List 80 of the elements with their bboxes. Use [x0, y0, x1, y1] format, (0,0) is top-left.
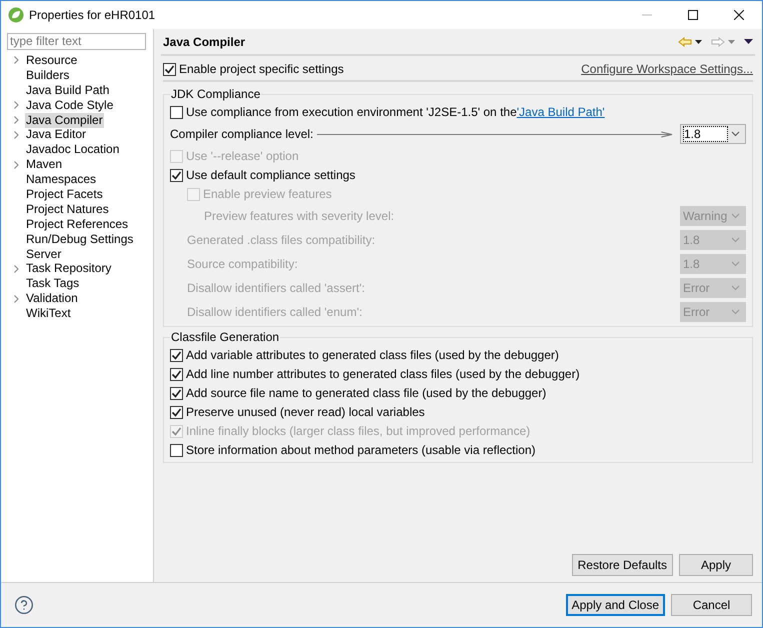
checkbox-label: Add variable attributes to generated class files (used by the debugger): [186, 347, 559, 364]
checkbox-label: Store information about method parameters (usable via reflection): [186, 442, 536, 459]
chevron-right-icon[interactable]: [14, 294, 18, 303]
tree-item[interactable]: Project References: [25, 216, 130, 232]
chevron-right-icon[interactable]: [14, 56, 18, 64]
tree-item[interactable]: Java Compiler: [25, 112, 104, 128]
checkbox[interactable]: [170, 348, 183, 362]
tree-item[interactable]: Task Tags: [25, 276, 80, 292]
dialog-button[interactable]: Cancel: [671, 594, 752, 616]
dialog-button[interactable]: Restore Defaults: [572, 554, 673, 576]
chevron-right-icon[interactable]: [14, 160, 18, 169]
checkbox-label: Use default compliance settings: [186, 167, 356, 184]
chevron-right-icon[interactable]: [14, 130, 18, 139]
filter-field[interactable]: type filter text: [7, 32, 146, 50]
checkbox[interactable]: [170, 368, 183, 380]
checkbox[interactable]: [170, 106, 183, 118]
page-title: Java Compiler: [163, 34, 246, 50]
tree-item[interactable]: Java Code Style: [25, 98, 114, 113]
checkbox[interactable]: [170, 406, 183, 418]
checkbox-label: Use '--release' option: [186, 148, 299, 165]
tree-item[interactable]: Project Natures: [25, 202, 110, 217]
dropdown[interactable]: 1.8: [680, 124, 746, 144]
tree-item[interactable]: Maven: [25, 157, 64, 172]
field-label: Compiler compliance level:: [170, 126, 314, 143]
checkbox-label: Enable preview features: [203, 186, 332, 203]
chevron-right-icon[interactable]: [14, 116, 18, 124]
checkbox[interactable]: [170, 386, 183, 400]
tree-item[interactable]: WikiText: [25, 306, 72, 322]
configure-workspace-link[interactable]: Configure Workspace Settings...: [581, 60, 753, 78]
field-label: Preview features with severity level:: [204, 208, 394, 224]
checkbox-label: Add line number attributes to generated class files (used by the debugger): [186, 366, 580, 383]
dropdown-value: 1.8: [683, 256, 701, 270]
forward-arrow-icon[interactable]: [711, 36, 725, 46]
dropdown-value: 1.8: [683, 232, 701, 246]
chevron-down-icon: [731, 236, 740, 242]
field-label: Source compatibility:: [187, 256, 298, 272]
tree-item[interactable]: Task Repository: [25, 261, 112, 276]
menu-triangle-icon[interactable]: [744, 39, 753, 44]
field-label: Generated .class files compatibility:: [187, 232, 376, 248]
dropdown-value: 1.8: [683, 126, 728, 142]
tree-item[interactable]: Project Facets: [25, 186, 104, 202]
chevron-right-icon[interactable]: [14, 264, 18, 273]
chevron-down-icon: [731, 131, 740, 137]
tree-item[interactable]: Builders: [25, 68, 70, 83]
close-icon[interactable]: [734, 10, 744, 20]
checkbox[interactable]: [170, 444, 183, 456]
tree-item[interactable]: Namespaces: [25, 172, 98, 188]
dropdown-triangle-icon[interactable]: [695, 40, 702, 44]
chevron-right-icon[interactable]: [14, 101, 18, 110]
checkbox-label: Inline finally blocks (larger class files, but improved performance): [186, 423, 530, 440]
tree-item[interactable]: Java Build Path: [25, 82, 110, 98]
dialog-button[interactable]: Apply: [679, 554, 753, 576]
checkbox[interactable]: [163, 62, 176, 76]
help-icon[interactable]: [14, 595, 34, 615]
checkbox-label: Enable project specific settings: [179, 61, 344, 78]
field-label: Disallow identifiers called 'assert':: [187, 280, 365, 296]
tree-item[interactable]: Run/Debug Settings: [25, 232, 134, 247]
chevron-down-icon: [731, 284, 740, 290]
dialog-button[interactable]: Apply and Close: [566, 594, 665, 616]
chevron-down-icon: [731, 308, 740, 314]
tree-item[interactable]: Server: [25, 246, 62, 262]
maximize-icon[interactable]: [688, 10, 698, 20]
tree-item[interactable]: Javadoc Location: [25, 142, 120, 158]
checkbox[interactable]: [170, 168, 183, 182]
java-build-path-link[interactable]: 'Java Build Path': [516, 103, 605, 121]
tree-item[interactable]: Java Editor: [25, 127, 88, 142]
dropdown-value: Error: [683, 280, 711, 294]
tree-item[interactable]: Validation: [25, 291, 79, 306]
checkbox-label: Preserve unused (never read) local variables: [186, 404, 425, 421]
checkbox-label: Add source file name to generated class file (used by the debugger): [186, 385, 546, 402]
chevron-down-icon: [731, 212, 740, 218]
group-title: JDK Compliance: [170, 87, 262, 102]
field-label: Disallow identifiers called 'enum':: [187, 304, 362, 320]
dropdown-value: Warning: [683, 208, 728, 222]
dropdown-value: Error: [683, 304, 711, 318]
chevron-down-icon: [731, 260, 740, 266]
checkbox-label: Use compliance from execution environment 'J2SE-1.5' on the: [186, 104, 517, 121]
leaf-icon: [8, 7, 24, 23]
tree-item[interactable]: Resource: [25, 52, 78, 68]
window-title: Properties for eHR0101: [29, 7, 156, 24]
